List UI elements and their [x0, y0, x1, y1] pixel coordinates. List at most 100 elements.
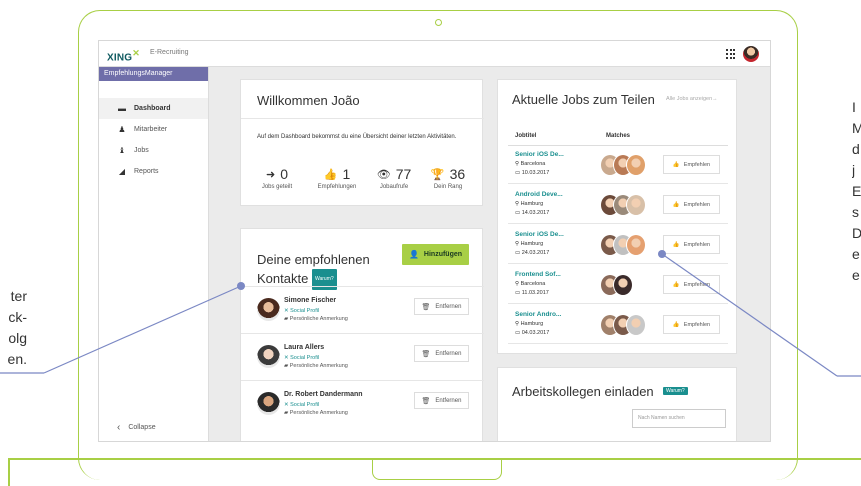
left-annotation-text: ter ck- olg en. [0, 286, 27, 370]
job-row: Android Deve... ⚲ Hamburg ▭ 14.03.2017 👍 Emp… [508, 187, 728, 224]
xing-x-icon: ✕ [132, 48, 140, 58]
contact-name: Dr. Robert Dandermann [284, 391, 363, 398]
job-title-link[interactable]: Android Deve... [515, 191, 563, 198]
job-row: Senior Andro... ⚲ Hamburg ▭ 04.03.2017 👍 Emp… [508, 307, 728, 344]
remove-label: Entfernen [435, 350, 462, 357]
thumbs-up-icon: 👍 [323, 168, 338, 181]
personal-note-label: Persönliche Anmerkung [289, 410, 348, 416]
laptop-base-edge [8, 458, 10, 486]
job-date-value: 11.03.2017 [521, 290, 549, 296]
job-title-link[interactable]: Senior Andro... [515, 311, 561, 318]
job-date: ▭ 04.03.2017 [515, 330, 549, 336]
match-avatars[interactable] [600, 274, 648, 296]
match-avatars[interactable] [600, 234, 648, 256]
search-name-input[interactable]: Nach Namen suchen [632, 409, 726, 428]
job-location: ⚲ Barcelona [515, 281, 545, 287]
personal-note-label: Persönliche Anmerkung [289, 316, 348, 322]
contacts-title-line1: Deine empfohlenen [257, 252, 370, 267]
add-contact-button[interactable]: 👤 Hinzufügen [402, 244, 469, 265]
person-icon: ♟ [118, 125, 126, 134]
job-title-link[interactable]: Senior iOS De... [515, 151, 564, 158]
job-title-link[interactable]: Frontend Sof... [515, 271, 561, 278]
thumbs-up-icon: 👍 [672, 201, 680, 208]
job-date-value: 14.03.2017 [521, 210, 550, 216]
sidebar-item-label: Reports [134, 168, 159, 175]
recommend-button[interactable]: 👍 Empfehlen [663, 235, 720, 254]
job-date: ▭ 24.03.2017 [515, 250, 549, 256]
recommend-button[interactable]: 👍 Empfehlen [663, 155, 720, 174]
social-profile-link[interactable]: ✕ Social Profil [284, 355, 319, 361]
job-date: ▭ 14.03.2017 [515, 210, 549, 216]
recommend-button[interactable]: 👍 Empfehlen [663, 195, 720, 214]
personal-note-link[interactable]: ▰ Persönliche Anmerkung [284, 410, 348, 416]
right-text-line: D [852, 225, 861, 241]
user-avatar[interactable] [743, 46, 759, 62]
social-profile-link[interactable]: ✕ Social Profil [284, 402, 319, 408]
contact-row: Dr. Robert Dandermann ✕ Social Profil ▰ … [241, 380, 484, 427]
calendar-icon: ▭ [515, 250, 522, 256]
trophy-icon: 🏆 [430, 168, 445, 181]
match-avatars[interactable] [600, 194, 648, 216]
stat-rank: 🏆 36 Dein Rang [425, 166, 471, 190]
contact-avatar [257, 345, 280, 368]
stat-value: 1 [342, 166, 351, 182]
personal-note-link[interactable]: ▰ Persönliche Anmerkung [284, 363, 348, 369]
sidebar-item-reports[interactable]: ◢ Reports [99, 161, 208, 182]
stat-value: 77 [395, 166, 412, 182]
stat-job-views: 👁 77 Jobaufrufe [371, 166, 417, 190]
social-profile-label: Social Profil [290, 402, 320, 408]
divider [508, 145, 728, 146]
job-location: ⚲ Barcelona [515, 161, 545, 167]
recommend-label: Empfehlen [683, 241, 711, 248]
show-all-jobs-link[interactable]: Alle Jobs anzeigen→ [666, 96, 718, 102]
recommend-button[interactable]: 👍 Empfehlen [663, 275, 720, 294]
thumbs-up-icon: 👍 [672, 161, 680, 168]
contact-avatar [257, 392, 280, 415]
sidebar: EmpfehlungsManager ▬ Dashboard ♟ Mitarbe… [99, 67, 209, 441]
xing-logo[interactable]: XING✕ [107, 48, 140, 63]
job-date: ▭ 11.03.2017 [515, 290, 549, 296]
right-text-line: e [852, 267, 860, 283]
why-badge[interactable]: Warum? [663, 387, 688, 395]
share-arrow-icon: ➜ [265, 168, 276, 181]
social-profile-link[interactable]: ✕ Social Profil [284, 308, 319, 314]
job-date-value: 24.03.2017 [521, 250, 550, 256]
sidebar-item-jobs[interactable]: ♝ Jobs [99, 140, 208, 161]
remove-contact-button[interactable]: 🗑 Entfernen [414, 392, 469, 409]
apps-grid-icon[interactable] [726, 49, 736, 59]
stat-value: 36 [449, 166, 466, 182]
remove-contact-button[interactable]: 🗑 Entfernen [414, 298, 469, 315]
contacts-title: Deine empfohlenen Kontakte Warum? [257, 250, 387, 291]
social-profile-label: Social Profil [290, 308, 320, 314]
welcome-title: Willkommen João [257, 93, 360, 108]
calendar-icon: ▭ [515, 290, 522, 296]
sidebar-header: EmpfehlungsManager [99, 67, 208, 81]
brand-subtitle: E-Recruiting [150, 49, 189, 56]
sidebar-item-dashboard[interactable]: ▬ Dashboard [99, 98, 208, 119]
job-location: ⚲ Hamburg [515, 201, 543, 207]
monitor-icon: ▬ [118, 104, 126, 113]
sidebar-item-mitarbeiter[interactable]: ♟ Mitarbeiter [99, 119, 208, 140]
match-avatar [613, 274, 633, 296]
remove-contact-button[interactable]: 🗑 Entfernen [414, 345, 469, 362]
contact-avatar [257, 298, 280, 321]
job-title-link[interactable]: Senior iOS De... [515, 231, 564, 238]
job-row: Senior iOS De... ⚲ Hamburg ▭ 24.03.2017 👍 Em… [508, 227, 728, 264]
match-avatar [626, 194, 646, 216]
right-annotation-text: I M d j E s D e e [852, 97, 861, 286]
contacts-title-line2: Kontakte [257, 271, 309, 286]
recommend-label: Empfehlen [683, 321, 711, 328]
recommend-button[interactable]: 👍 Empfehlen [663, 315, 720, 334]
personal-note-link[interactable]: ▰ Persönliche Anmerkung [284, 316, 348, 322]
recommend-label: Empfehlen [683, 161, 711, 168]
right-text-line: I [852, 99, 856, 115]
eye-icon: 👁 [376, 168, 391, 181]
collapse-button[interactable]: ‹ Collapse [117, 422, 156, 433]
match-avatar [626, 234, 646, 256]
match-avatars[interactable] [600, 314, 648, 336]
personal-note-label: Persönliche Anmerkung [289, 363, 348, 369]
col-header-jobtitle: Jobtitel [515, 133, 537, 139]
sidebar-item-label: Jobs [134, 147, 149, 154]
job-date: ▭ 10.03.2017 [515, 170, 549, 176]
match-avatars[interactable] [600, 154, 648, 176]
